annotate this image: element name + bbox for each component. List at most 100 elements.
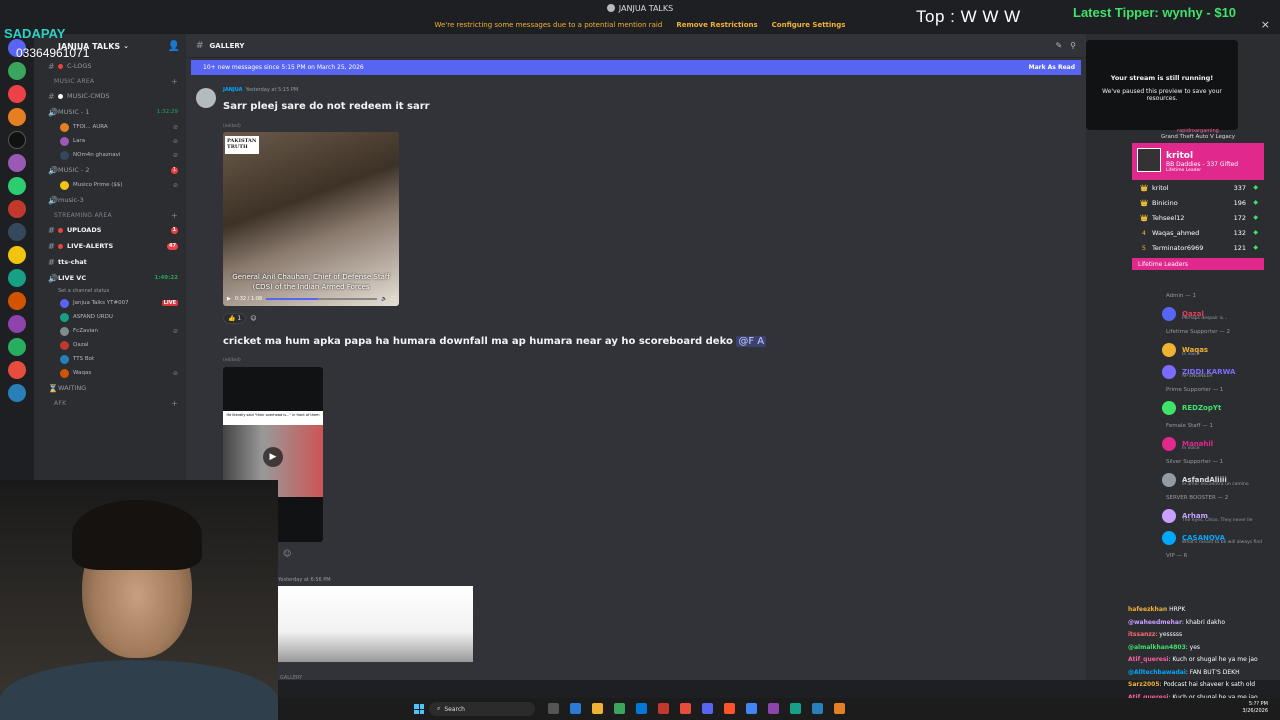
threads-icon[interactable]: ✎	[1055, 41, 1062, 50]
voice-user[interactable]: TTS Bot	[34, 352, 186, 366]
file-explorer-icon[interactable]	[592, 703, 603, 714]
member-row[interactable]: CASANOVA What's meant to be will always f…	[1086, 527, 1280, 549]
add-user-icon[interactable]: 👤	[168, 41, 180, 52]
server-icon[interactable]	[8, 131, 26, 149]
discord-icon[interactable]	[702, 703, 713, 714]
member-row[interactable]: AsfandAliiii el amor encuentra un camino	[1086, 469, 1280, 491]
voice-user[interactable]: TFOI... AURA ⊘	[34, 120, 186, 134]
app-icon[interactable]	[658, 703, 669, 714]
category-music-area[interactable]: MUSIC AREA +	[34, 74, 186, 88]
server-icon[interactable]	[8, 246, 26, 264]
taskbar-clock[interactable]: 5:?? PM 3/26/2026	[1242, 701, 1268, 715]
app-icon[interactable]	[614, 703, 625, 714]
add-reaction-icon[interactable]: ☺	[250, 315, 256, 322]
server-icon[interactable]	[8, 338, 26, 356]
play-icon[interactable]: ▶	[227, 296, 231, 302]
app-icon[interactable]	[680, 703, 691, 714]
mark-as-read-button[interactable]: Mark As Read	[1029, 64, 1075, 71]
avatar	[60, 298, 69, 308]
plus-icon[interactable]: +	[171, 211, 178, 220]
plus-icon[interactable]: +	[171, 77, 178, 86]
channel-tts-chat[interactable]: # tts-chat	[34, 254, 186, 270]
voice-user-name: TFOI... AURA	[73, 124, 108, 130]
server-icon[interactable]	[8, 177, 26, 195]
voice-channel-music-3[interactable]: 🔊 music-3	[34, 192, 186, 208]
app-icon[interactable]	[790, 703, 801, 714]
app-icon[interactable]	[812, 703, 823, 714]
voice-user-name: Musico Prime ($$)	[73, 182, 123, 188]
server-icon[interactable]	[8, 315, 26, 333]
member-row[interactable]: Arham The eyes, Chico. They never lie	[1086, 505, 1280, 527]
avatar	[1162, 473, 1176, 487]
voice-user[interactable]: Musico Prime ($$) ⊘	[34, 178, 186, 192]
pin-icon[interactable]: ⚲	[1070, 41, 1076, 50]
gem-icon: ◆	[1253, 199, 1258, 206]
server-icon[interactable]	[8, 361, 26, 379]
avatar	[60, 180, 69, 190]
voice-user[interactable]: FcZavian ⊘	[34, 324, 186, 338]
voice-user[interactable]: Qazal	[34, 338, 186, 352]
channel-live-alerts[interactable]: # LIVE-ALERTS 47	[34, 238, 186, 254]
voice-user[interactable]: Janjua Talks YT#007 LIVE	[34, 296, 186, 310]
configure-settings-link[interactable]: Configure Settings	[772, 21, 846, 29]
edge-icon[interactable]	[570, 703, 581, 714]
server-icon[interactable]	[8, 108, 26, 126]
new-messages-bar[interactable]: 10+ new messages since 5:15 PM on March …	[191, 60, 1081, 75]
app-icon[interactable]	[768, 703, 779, 714]
new-messages-text: 10+ new messages since 5:15 PM on March …	[203, 64, 364, 71]
member-row[interactable]: Waqas In voice	[1086, 339, 1280, 361]
unread-badge: 1	[170, 166, 178, 174]
close-icon[interactable]: ×	[1261, 18, 1270, 31]
voice-channel-music-2[interactable]: 🔊 MUSIC - 2 1	[34, 162, 186, 178]
image-embed[interactable]	[278, 586, 473, 662]
channel-uploads[interactable]: # UPLOADS 1	[34, 222, 186, 238]
channel-music-cmds[interactable]: # MUSIC-CMDS	[34, 88, 186, 104]
fullscreen-icon[interactable]: ⛶	[391, 296, 395, 302]
gem-icon: ◆	[1253, 214, 1258, 221]
plus-icon[interactable]: +	[171, 399, 178, 408]
taskbar-search[interactable]: ⌕ Search	[429, 702, 535, 716]
member-status: In voice	[1182, 352, 1200, 357]
voice-user-name: TTS Bot	[73, 356, 95, 362]
add-reaction-icon[interactable]: ☺	[283, 549, 291, 558]
video-embed[interactable]: PAKISTAN TRUTH General Anil Chauhan, Chi…	[223, 132, 399, 306]
server-icon[interactable]	[8, 154, 26, 172]
voice-user[interactable]: NOm4n ghaznavi ⊘	[34, 148, 186, 162]
server-icon[interactable]	[8, 292, 26, 310]
user-mention[interactable]: @F A	[736, 336, 767, 347]
category-afk[interactable]: AFK +	[34, 396, 186, 410]
member-row[interactable]: ZIDDI KARWA AP ENGINEER	[1086, 361, 1280, 383]
play-icon[interactable]: ▶	[263, 447, 283, 467]
member-row[interactable]: Manahil In voice	[1086, 433, 1280, 455]
voice-channel-live-vc[interactable]: 🔊 LIVE VC 1:49:22	[34, 270, 186, 286]
member-row[interactable]: REDZopYt	[1086, 397, 1280, 419]
voice-user[interactable]: Waqas ⊘	[34, 366, 186, 380]
server-icon[interactable]	[8, 223, 26, 241]
channel-c-logs[interactable]: # C-LOGS	[34, 58, 186, 74]
brave-icon[interactable]	[724, 703, 735, 714]
voice-user[interactable]: ASFAND URDU	[34, 310, 186, 324]
message-input[interactable]: GALLERY	[278, 670, 1086, 686]
category-streaming-area[interactable]: STREAMING AREA +	[34, 208, 186, 222]
task-view-icon[interactable]	[548, 703, 559, 714]
windows-start-icon[interactable]	[414, 704, 424, 714]
member-row[interactable]: Qazal Perhaps despair is...	[1086, 303, 1280, 325]
chrome-icon[interactable]	[746, 703, 757, 714]
voice-user[interactable]: Lara ⊘	[34, 134, 186, 148]
server-icon[interactable]	[8, 200, 26, 218]
server-icon[interactable]	[8, 62, 26, 80]
server-icon[interactable]	[8, 269, 26, 287]
store-icon[interactable]	[636, 703, 647, 714]
video-progress[interactable]	[266, 298, 378, 300]
app-icon[interactable]	[834, 703, 845, 714]
server-icon[interactable]	[8, 85, 26, 103]
message-author[interactable]: JANJUA	[223, 87, 243, 93]
remove-restrictions-link[interactable]: Remove Restrictions	[676, 21, 757, 29]
voice-channel-waiting[interactable]: ⌛ WAITING	[34, 380, 186, 396]
volume-icon[interactable]: 🔈	[381, 296, 387, 302]
reaction-thumbs-up[interactable]: 👍 1	[223, 313, 247, 324]
channel-status[interactable]: Set a channel status	[34, 286, 186, 296]
avatar[interactable]	[196, 88, 216, 108]
server-icon[interactable]	[8, 384, 26, 402]
voice-channel-music-1[interactable]: 🔊 MUSIC - 1 1:32:29	[34, 104, 186, 120]
